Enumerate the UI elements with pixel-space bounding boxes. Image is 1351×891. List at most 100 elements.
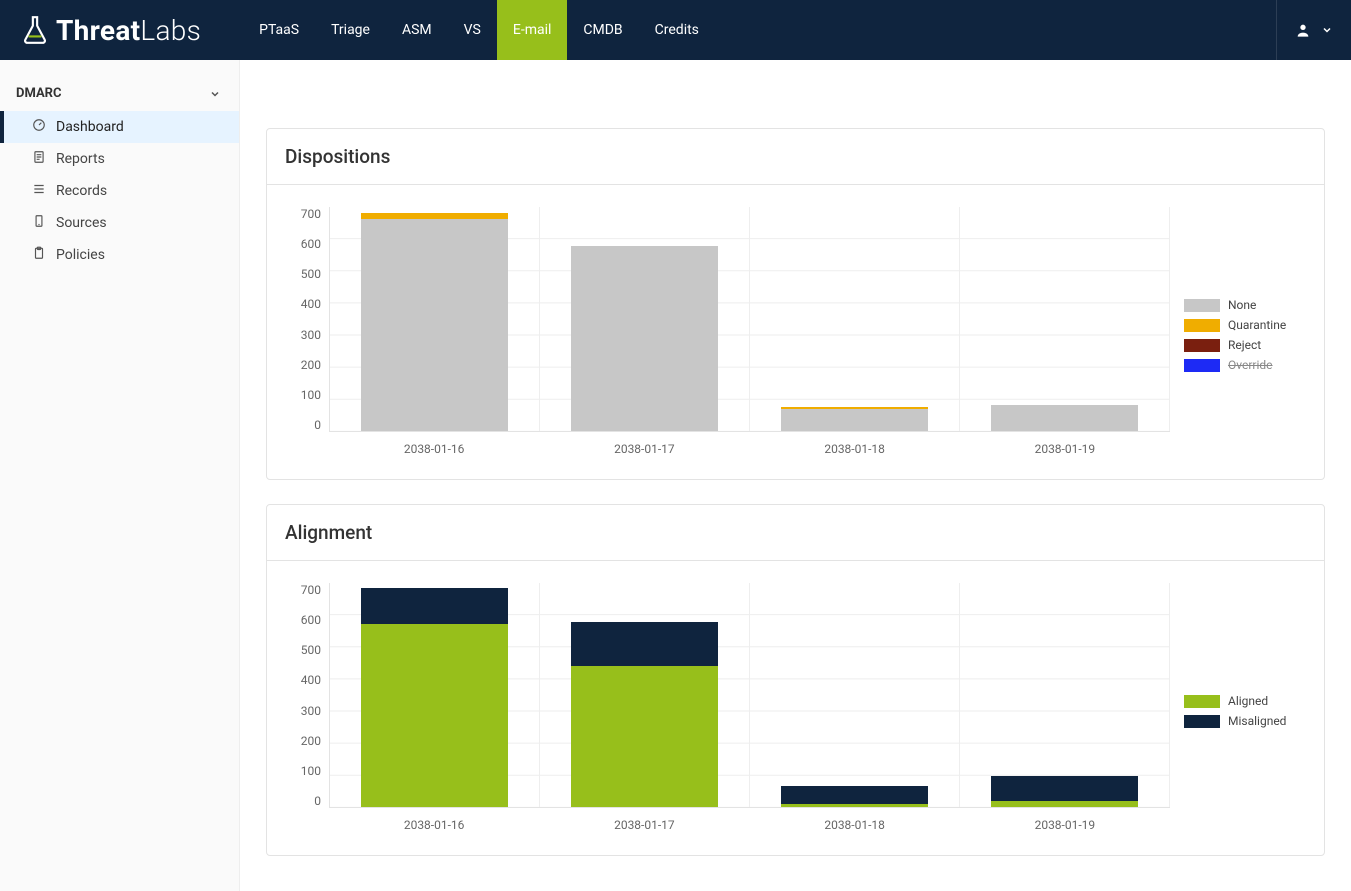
chart-bar[interactable] bbox=[361, 588, 507, 807]
user-icon bbox=[1295, 22, 1311, 38]
sidebar-group-label: DMARC bbox=[16, 86, 62, 101]
bar-segment-misaligned bbox=[991, 776, 1137, 800]
chart-column bbox=[540, 583, 750, 807]
y-tick: 100 bbox=[301, 388, 321, 402]
brand-light: Labs bbox=[140, 14, 201, 47]
sidebar-item-label: Reports bbox=[56, 151, 105, 167]
dispositions-chart: 7006005004003002001000 2038-01-162038-01… bbox=[287, 203, 1304, 467]
legend-item-reject[interactable]: Reject bbox=[1184, 338, 1304, 352]
x-tick: 2038-01-19 bbox=[960, 442, 1170, 456]
sidebar-item-sources[interactable]: Sources bbox=[0, 207, 239, 239]
bar-segment-none bbox=[571, 246, 717, 431]
x-tick: 2038-01-18 bbox=[750, 818, 960, 832]
bar-segment-aligned bbox=[571, 666, 717, 807]
nav-item-credits[interactable]: Credits bbox=[639, 0, 715, 60]
bar-segment-aligned bbox=[781, 804, 927, 807]
chart-bar[interactable] bbox=[571, 622, 717, 807]
legend-label: None bbox=[1228, 298, 1256, 312]
sidebar-item-policies[interactable]: Policies bbox=[0, 239, 239, 271]
y-tick: 0 bbox=[314, 794, 321, 808]
sidebar-item-label: Sources bbox=[56, 215, 107, 231]
sidebar-item-dashboard[interactable]: Dashboard bbox=[0, 111, 239, 143]
bar-segment-misaligned bbox=[571, 622, 717, 665]
sidebar-group-dmarc[interactable]: DMARC bbox=[0, 72, 239, 111]
brand-logo[interactable]: ThreatLabs bbox=[0, 0, 223, 60]
nav-item-ptaas[interactable]: PTaaS bbox=[243, 0, 315, 60]
legend-item-quarantine[interactable]: Quarantine bbox=[1184, 318, 1304, 332]
chart-column bbox=[960, 207, 1170, 431]
chart-column bbox=[750, 583, 960, 807]
y-tick: 300 bbox=[301, 704, 321, 718]
nav-item-cmdb[interactable]: CMDB bbox=[567, 0, 638, 60]
legend-label: Override bbox=[1228, 358, 1273, 372]
brand-bold: Threat bbox=[56, 14, 140, 47]
x-tick: 2038-01-19 bbox=[960, 818, 1170, 832]
device-icon bbox=[32, 214, 46, 232]
y-tick: 500 bbox=[301, 643, 321, 657]
legend-item-none[interactable]: None bbox=[1184, 298, 1304, 312]
bar-segment-none bbox=[781, 409, 927, 432]
y-tick: 200 bbox=[301, 734, 321, 748]
legend-item-aligned[interactable]: Aligned bbox=[1184, 694, 1304, 708]
nav-item-triage[interactable]: Triage bbox=[315, 0, 386, 60]
chart-column bbox=[960, 583, 1170, 807]
legend-item-override[interactable]: Override bbox=[1184, 358, 1304, 372]
y-tick: 400 bbox=[301, 673, 321, 687]
chart-column bbox=[330, 207, 540, 431]
legend-swatch bbox=[1184, 695, 1220, 708]
primary-nav: PTaaSTriageASMVSE-mailCMDBCredits bbox=[243, 0, 715, 60]
user-menu[interactable] bbox=[1276, 0, 1351, 60]
chart-bar[interactable] bbox=[781, 786, 927, 807]
bar-segment-misaligned bbox=[781, 786, 927, 804]
chart-column bbox=[540, 207, 750, 431]
x-tick: 2038-01-18 bbox=[750, 442, 960, 456]
bar-segment-none bbox=[991, 405, 1137, 431]
legend-swatch bbox=[1184, 339, 1220, 352]
y-tick: 100 bbox=[301, 764, 321, 778]
y-tick: 600 bbox=[301, 237, 321, 251]
y-tick: 0 bbox=[314, 418, 321, 432]
legend-label: Reject bbox=[1228, 338, 1261, 352]
x-tick: 2038-01-17 bbox=[539, 818, 749, 832]
chart-bar[interactable] bbox=[361, 213, 507, 431]
chart-column bbox=[330, 583, 540, 807]
nav-item-asm[interactable]: ASM bbox=[386, 0, 448, 60]
legend-swatch bbox=[1184, 319, 1220, 332]
bar-segment-misaligned bbox=[361, 588, 507, 623]
x-tick: 2038-01-16 bbox=[329, 818, 539, 832]
chart-bar[interactable] bbox=[571, 246, 717, 431]
sidebar-item-records[interactable]: Records bbox=[0, 175, 239, 207]
chevron-down-icon bbox=[209, 88, 221, 100]
legend-swatch bbox=[1184, 715, 1220, 728]
y-tick: 500 bbox=[301, 267, 321, 281]
x-tick: 2038-01-16 bbox=[329, 442, 539, 456]
legend-swatch bbox=[1184, 299, 1220, 312]
chart-column bbox=[750, 207, 960, 431]
alignment-card: Alignment 7006005004003002001000 2038-01… bbox=[266, 504, 1325, 856]
chart-bar[interactable] bbox=[991, 776, 1137, 807]
legend-label: Misaligned bbox=[1228, 714, 1286, 728]
clipboard-icon bbox=[32, 246, 46, 264]
bar-segment-none bbox=[361, 219, 507, 431]
sidebar-item-label: Dashboard bbox=[56, 119, 124, 135]
main-content: Dispositions 7006005004003002001000 2038… bbox=[240, 60, 1351, 891]
chart-bar[interactable] bbox=[781, 407, 927, 431]
nav-item-vs[interactable]: VS bbox=[448, 0, 497, 60]
y-tick: 700 bbox=[301, 207, 321, 221]
sidebar: DMARC Dashboard Reports Records Sources Poli… bbox=[0, 60, 240, 891]
y-tick: 600 bbox=[301, 613, 321, 627]
gauge-icon bbox=[32, 118, 46, 136]
bar-segment-aligned bbox=[991, 801, 1137, 807]
dispositions-card: Dispositions 7006005004003002001000 2038… bbox=[266, 128, 1325, 480]
nav-item-e-mail[interactable]: E-mail bbox=[497, 0, 568, 60]
sidebar-item-label: Records bbox=[56, 183, 107, 199]
chart-bar[interactable] bbox=[991, 405, 1137, 431]
sidebar-item-label: Policies bbox=[56, 247, 105, 263]
chevron-down-icon bbox=[1321, 24, 1333, 36]
legend-item-misaligned[interactable]: Misaligned bbox=[1184, 714, 1304, 728]
list-icon bbox=[32, 182, 46, 200]
legend-label: Quarantine bbox=[1228, 318, 1286, 332]
alignment-chart: 7006005004003002001000 2038-01-162038-01… bbox=[287, 579, 1304, 843]
sidebar-item-reports[interactable]: Reports bbox=[0, 143, 239, 175]
flask-icon bbox=[22, 15, 48, 45]
